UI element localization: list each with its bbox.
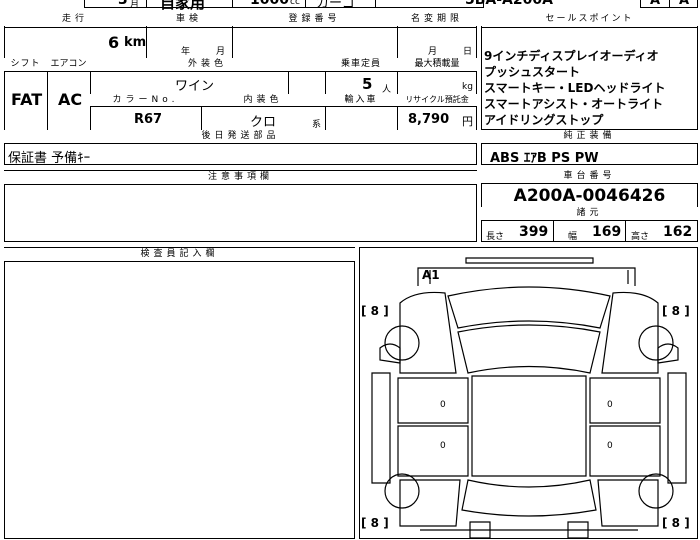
sale-point-item: 9インチディスプレイオーディオ — [484, 49, 659, 63]
interior-color-header: 内装色 — [201, 94, 325, 106]
notes-header: 注意事項欄 — [4, 171, 477, 184]
rear-quarter-right — [597, 479, 659, 527]
inspector-header: 検査員記入欄 — [4, 248, 355, 261]
sale-points-header: セールスポイント — [481, 13, 698, 26]
front-bumper — [417, 267, 636, 286]
title-change-header: 名変期限 — [397, 13, 477, 26]
max-load-header: 最大積載量 — [397, 58, 477, 71]
mileage-value: 6 — [108, 33, 120, 52]
inspector-box — [4, 247, 355, 539]
load-unit: kg — [462, 82, 473, 92]
left-front-door — [397, 377, 469, 424]
capacity-header: 乗車定員 — [325, 58, 397, 71]
sale-point-item: アイドリングストップ — [484, 113, 604, 127]
sale-points-list: 9インチディスプレイオーディオ プッシュスタート スマートキー・LEDヘッドライ… — [484, 48, 698, 128]
capacity-value: 5 — [362, 75, 373, 93]
chassis-value: A200A-0046426 — [513, 186, 666, 206]
sale-point-item: スマートキー・LEDヘッドライト — [484, 81, 666, 95]
registration-header: 登録番号 — [232, 13, 397, 26]
left-rocker — [371, 372, 391, 484]
model-code-value: 5BA-A200A — [465, 0, 553, 8]
exterior-color-value: ワイン — [175, 79, 215, 94]
exterior-color-header: 外装色 — [90, 58, 325, 71]
badge-2: A — [679, 0, 690, 8]
interior-suffix: 系 — [312, 120, 322, 130]
windshield — [457, 324, 601, 374]
mileage-unit: km — [124, 35, 147, 50]
height-label: 高さ — [631, 232, 650, 242]
rear-right-mark: 0 — [607, 441, 613, 451]
door-right-mark: 0 — [607, 400, 613, 410]
color-no-header: カラーNo. — [90, 94, 201, 106]
mileage-header: 走行 — [4, 13, 146, 26]
shift-header: シフト — [4, 58, 47, 71]
tire-rl-label: [ 8 ] — [361, 516, 389, 530]
left-rear-wheel — [384, 473, 420, 509]
title-month: 月 — [428, 47, 438, 57]
title-day: 日 — [463, 47, 473, 57]
front-grille — [465, 257, 594, 264]
aircon-value: AC — [58, 90, 83, 109]
tire-rr-label: [ 8 ] — [662, 516, 690, 530]
sale-point-item: プッシュスタート — [484, 65, 581, 79]
left-front-wheel — [384, 325, 420, 361]
interior-color-value: クロ — [250, 115, 277, 130]
hood — [447, 286, 611, 329]
sale-point-item: スマートアシスト・オートライト — [484, 97, 664, 111]
dimensions-header: 諸元 — [481, 207, 698, 220]
body-type-value: カーゴ — [316, 0, 356, 11]
right-front-wheel — [638, 325, 674, 361]
inspection-year: 年 — [181, 47, 191, 57]
later-parts-value: 保証書 予備ｷｰ — [8, 151, 91, 166]
import-header: 輸入車 — [325, 94, 397, 106]
equipment-value: ABS ｴｱB PS PW — [490, 151, 599, 166]
inspection-header: 車検 — [146, 13, 232, 26]
length-value: 399 — [519, 224, 549, 240]
equipment-header: 純正装備 — [481, 130, 698, 143]
width-value: 169 — [592, 224, 622, 240]
inspection-month: 月 — [216, 47, 226, 57]
tire-fr-label: [ 8 ] — [662, 304, 690, 318]
right-rear-door — [589, 425, 661, 477]
rear-quarter-left — [399, 479, 461, 527]
right-rear-wheel — [638, 473, 674, 509]
right-front-door — [589, 377, 661, 424]
length-label: 長さ — [486, 232, 505, 242]
rear-window — [461, 479, 597, 517]
car-diagram — [371, 257, 687, 539]
right-mirror — [657, 343, 679, 364]
rear-left-mark: 0 — [440, 441, 446, 451]
aircon-header: エアコン — [47, 58, 90, 71]
month-suffix: 月 — [130, 0, 140, 10]
door-left-mark: 0 — [440, 400, 446, 410]
usage-value: 自家用 — [160, 0, 206, 12]
displacement-unit: cc — [290, 0, 300, 7]
left-mirror — [379, 343, 401, 364]
left-front-fender — [399, 291, 457, 374]
badge-1: A — [650, 0, 661, 8]
chassis-header: 車台番号 — [481, 170, 698, 183]
left-rear-door — [397, 425, 469, 477]
damage-mark: A1 — [422, 268, 440, 282]
tire-fl-label: [ 8 ] — [361, 304, 389, 318]
car-diagram-box: A1 [ 8 ] [ 8 ] [ 8 ] [ 8 ] 0 0 0 0 — [359, 247, 698, 539]
roof — [471, 375, 587, 477]
recycle-unit: 円 — [462, 115, 473, 128]
recycle-header: リサイクル預託金 — [397, 94, 477, 106]
right-rocker — [667, 372, 687, 484]
height-value: 162 — [663, 224, 693, 240]
shift-value: FAT — [11, 90, 43, 109]
right-front-fender — [601, 291, 659, 374]
width-label: 幅 — [568, 232, 578, 242]
recycle-value: 8,790 — [408, 112, 450, 127]
year-value: 3 — [118, 0, 128, 8]
later-parts-header: 後日発送部品 — [4, 130, 477, 143]
color-no-value: R67 — [134, 112, 163, 127]
displacement-value: 1000 — [250, 0, 289, 8]
